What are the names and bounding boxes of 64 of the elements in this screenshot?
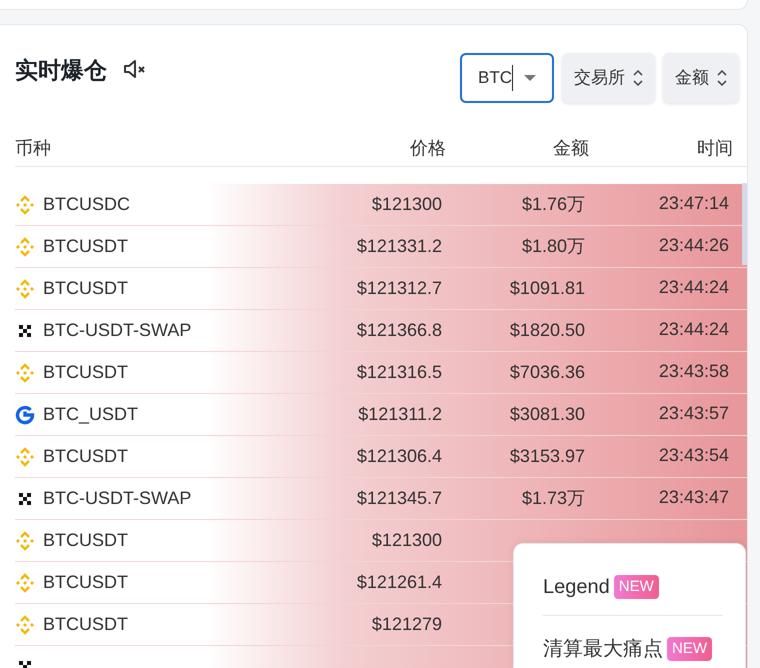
panel-title: 实时爆仓 [15,56,107,85]
diamond-logo-icon [15,278,35,298]
table-cell: $121316.5 [356,362,442,382]
table-cell: 23:44:24 [658,319,729,339]
sort-select[interactable]: 金额 [663,53,739,103]
table-cell: $121345.7 [356,488,442,508]
diamond-logo-icon [15,572,35,592]
mute-icon[interactable] [123,58,147,80]
table-cell: $121300 [372,194,442,214]
symbol-text: BTC_USDT [43,403,138,426]
symbol-text: BTCUSDT [43,361,128,384]
table-cell: $1.80万 [522,236,585,256]
diamond-logo-icon [15,614,35,634]
diamond-logo-icon [15,530,35,550]
column-header: 时间 [696,137,733,160]
table-cell: 23:43:57 [658,403,729,423]
table-cell: $1.76万 [522,194,585,214]
ring-logo-icon [15,404,35,424]
table-cell: 23:44:24 [658,277,729,297]
symbol-text: BTCUSDT [43,529,128,552]
symbol-text: BTCUSDT [43,235,128,258]
symbol-text: BTC-USDT-SWAP [43,487,192,510]
table-cell: $121300 [372,530,442,550]
diamond-logo-icon [15,446,35,466]
symbol-text: BTCUSDT [43,445,128,468]
table-cell: 23:43:47 [658,487,729,507]
table-cell: $1091.81 [510,278,585,298]
table-cell: $3081.30 [510,404,585,424]
table-cell: 23:43:58 [658,361,729,381]
symbol-text: BTCUSDT [43,613,128,636]
table-cell: $1820.50 [510,320,585,340]
table-cell: $7036.36 [510,362,585,382]
table-cell: 23:47:14 [658,193,729,213]
symbol-text: BTCUSDT [43,277,128,300]
table-cell: $121261.4 [356,572,442,592]
sort-select[interactable]: 交易所 [562,53,655,103]
table-cell: $121279 [372,614,442,634]
sort-icon [717,69,727,87]
column-header: 金额 [552,137,589,160]
table-cell: $3153.97 [510,446,585,466]
diamond-logo-icon [15,236,35,256]
menu-item[interactable]: Legend [543,572,610,602]
sort-icon [633,69,643,87]
table-cell: $121311.2 [358,404,442,424]
diamond-logo-icon [15,362,35,382]
column-header: 价格 [409,137,446,160]
symbol-text: BTCUSDT [43,571,128,594]
table-cell: $121366.8 [356,320,442,340]
table-cell: 23:43:54 [658,445,729,465]
scrollbar[interactable] [742,183,747,265]
column-header: 币种 [15,137,52,160]
table-cell: $121306.4 [356,446,442,466]
symbol-text: BTCUSDC [43,193,130,216]
table-cell: $1.73万 [522,488,585,508]
symbol-text: BTC-USDT-SWAP [43,319,192,342]
table-cell: 23:44:26 [658,235,729,255]
caret-icon [524,75,536,81]
table-cell: $121331.2 [356,236,442,256]
menu-item[interactable]: 清算最大痛点 [543,634,663,664]
diamond-logo-icon [15,194,35,214]
new-badge: NEW [614,574,659,600]
new-badge: NEW [667,636,712,662]
table-cell: $121312.7 [356,278,442,298]
coin-search-field[interactable]: BTC [460,53,554,103]
